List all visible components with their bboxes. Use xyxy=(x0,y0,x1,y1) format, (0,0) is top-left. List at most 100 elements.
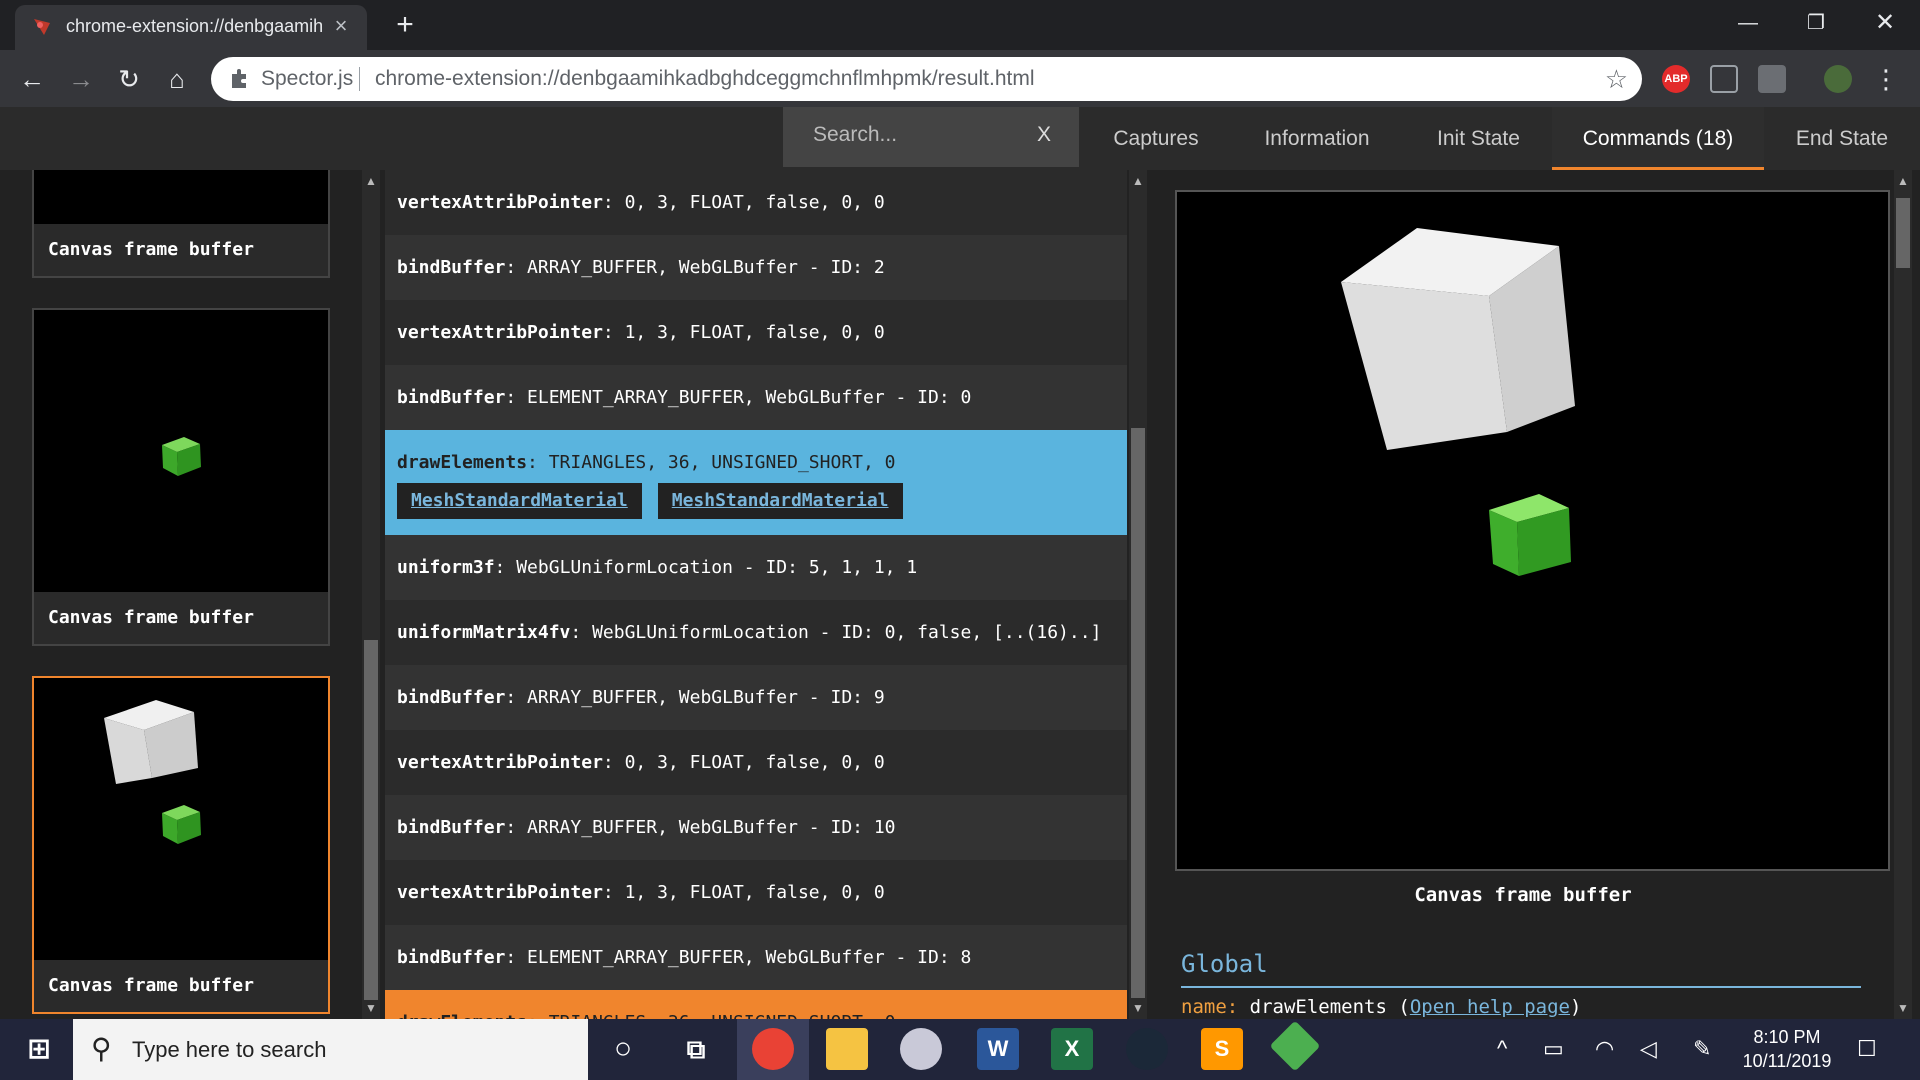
command-row[interactable]: vertexAttribPointer: 0, 3, FLOAT, false,… xyxy=(385,170,1127,235)
notifications-icon[interactable]: ☐ xyxy=(1857,1036,1877,1062)
command-row[interactable]: bindBuffer: ELEMENT_ARRAY_BUFFER, WebGLB… xyxy=(385,925,1127,990)
pdf-extension-icon[interactable] xyxy=(1710,65,1738,93)
visual-state-list: Canvas frame buffer Canvas frame buffer xyxy=(0,170,360,1019)
command-row[interactable]: bindBuffer: ARRAY_BUFFER, WebGLBuffer - … xyxy=(385,665,1127,730)
task-view-icon[interactable]: ⧉ xyxy=(675,1028,717,1070)
detail-scrollbar[interactable]: ▲ ▼ xyxy=(1894,170,1912,1019)
address-bar[interactable]: Spector.js chrome-extension://denbgaamih… xyxy=(211,57,1642,101)
visual-state-thumb-selected[interactable]: Canvas frame buffer xyxy=(32,676,330,1014)
command-row[interactable]: drawElements: TRIANGLES, 36, UNSIGNED_SH… xyxy=(385,990,1127,1019)
command-row[interactable]: uniform3f: WebGLUniformLocation - ID: 5,… xyxy=(385,535,1127,600)
tab-init-state[interactable]: Init State xyxy=(1421,107,1536,170)
thumb-canvas xyxy=(34,310,328,592)
git-kraken-icon[interactable] xyxy=(1269,1020,1321,1072)
menu-kebab-icon[interactable]: ⋮ xyxy=(1868,61,1904,97)
extension-cube-icon[interactable] xyxy=(1758,65,1786,93)
spector-favicon-icon xyxy=(34,19,50,35)
command-name: bindBuffer xyxy=(397,817,506,838)
scroll-up-icon[interactable]: ▲ xyxy=(1894,174,1912,188)
thumb-caption: Canvas frame buffer xyxy=(48,975,254,996)
scroll-up-icon[interactable]: ▲ xyxy=(1129,174,1147,188)
new-tab-button[interactable]: + xyxy=(388,8,422,42)
restore-icon[interactable]: ❐ xyxy=(1786,6,1846,40)
tab-information[interactable]: Information xyxy=(1246,107,1388,170)
taskbar-clock[interactable]: 8:10 PM 10/11/2019 xyxy=(1727,1025,1847,1073)
command-row[interactable]: vertexAttribPointer: 1, 3, FLOAT, false,… xyxy=(385,860,1127,925)
wifi-icon[interactable]: ◠ xyxy=(1595,1036,1614,1062)
scroll-down-icon[interactable]: ▼ xyxy=(1129,1001,1147,1015)
preview-caption: Canvas frame buffer xyxy=(1414,884,1632,906)
adblock-icon[interactable]: ABP xyxy=(1662,65,1690,93)
windows-start-icon[interactable]: ⊞ xyxy=(18,1028,60,1070)
reload-icon[interactable]: ↻ xyxy=(111,61,147,97)
command-name: uniformMatrix4fv xyxy=(397,622,571,643)
scroll-down-icon[interactable]: ▼ xyxy=(362,1001,380,1015)
command-name: bindBuffer xyxy=(397,947,506,968)
commands-list: vertexAttribPointer : 0, 3, FLOAT, false,… xyxy=(385,170,1127,1019)
scroll-up-icon[interactable]: ▲ xyxy=(362,174,380,188)
scrollbar-thumb[interactable] xyxy=(1131,428,1145,998)
command-row[interactable]: uniformMatrix4fv: WebGLUniformLocation -… xyxy=(385,600,1127,665)
tab-close-button[interactable]: × xyxy=(329,14,353,38)
search-input[interactable]: Search... xyxy=(813,123,897,147)
command-row[interactable]: vertexAttribPointer: 0, 3, FLOAT, false,… xyxy=(385,730,1127,795)
open-help-link[interactable]: Open help page xyxy=(1410,996,1570,1018)
browser-toolbar: ← → ↻ ⌂ Spector.js chrome-extension://de… xyxy=(0,50,1920,107)
cortana-icon[interactable]: ○ xyxy=(602,1028,644,1070)
section-divider xyxy=(1181,986,1861,988)
material-link[interactable]: MeshStandardMaterial xyxy=(657,483,903,519)
command-row[interactable]: vertexAttribPointer: 1, 3, FLOAT, false,… xyxy=(385,300,1127,365)
commands-scrollbar[interactable]: ▲ ▼ xyxy=(1129,170,1147,1019)
search-clear-button[interactable]: X xyxy=(1037,123,1051,147)
forward-icon[interactable]: → xyxy=(63,61,99,97)
minimize-icon[interactable]: — xyxy=(1718,6,1778,40)
command-row[interactable]: bindBuffer: ARRAY_BUFFER, WebGLBuffer - … xyxy=(385,795,1127,860)
scrollbar-thumb[interactable] xyxy=(364,640,378,1000)
browser-tab[interactable]: chrome-extension://denbgaamih × xyxy=(15,5,367,50)
command-row[interactable]: bindBuffer: ELEMENT_ARRAY_BUFFER, WebGLB… xyxy=(385,365,1127,430)
word-icon[interactable]: W xyxy=(977,1028,1019,1070)
tab-captures[interactable]: Captures xyxy=(1092,107,1220,170)
command-args: : TRIANGLES, 36, UNSIGNED_SHORT, 0 xyxy=(527,452,896,473)
visual-state-thumb[interactable]: Canvas frame buffer xyxy=(32,308,330,646)
excel-icon[interactable]: X xyxy=(1051,1028,1093,1070)
material-link[interactable]: MeshStandardMaterial xyxy=(397,483,642,519)
sublime-text-icon[interactable]: S xyxy=(1201,1028,1243,1070)
command-args: : ARRAY_BUFFER, WebGLBuffer - ID: 2 xyxy=(505,257,885,278)
url-text[interactable]: chrome-extension://denbgaamihkadbghdcegg… xyxy=(375,67,1035,91)
command-search[interactable]: Search... X xyxy=(783,107,1079,167)
thumb-caption: Canvas frame buffer xyxy=(48,607,254,628)
steam-icon[interactable] xyxy=(1126,1028,1168,1070)
chrome-icon[interactable] xyxy=(752,1028,794,1070)
tab-commands[interactable]: Commands (18) xyxy=(1552,107,1764,170)
tab-end-state[interactable]: End State xyxy=(1780,107,1904,170)
taskbar-search[interactable]: ⚲ Type here to search xyxy=(73,1019,588,1080)
command-row[interactable]: drawElements: TRIANGLES, 36, UNSIGNED_SH… xyxy=(385,430,1127,535)
command-name-row: name: drawElements (Open help page) xyxy=(1181,996,1582,1018)
visual-states-scrollbar[interactable]: ▲ ▼ xyxy=(362,170,380,1019)
scrollbar-thumb[interactable] xyxy=(1896,198,1910,268)
pen-icon[interactable]: ✎ xyxy=(1693,1036,1711,1062)
command-args: : WebGLUniformLocation - ID: 5, 1, 1, 1 xyxy=(494,557,918,578)
command-name: vertexAttribPointer xyxy=(397,882,603,903)
volume-icon[interactable]: ◁ xyxy=(1640,1036,1657,1062)
spector-app: Search... X Captures Information Init St… xyxy=(0,107,1920,1019)
visual-state-thumb[interactable]: Canvas frame buffer xyxy=(32,170,330,278)
home-icon[interactable]: ⌂ xyxy=(159,61,195,97)
command-row[interactable]: bindBuffer: ARRAY_BUFFER, WebGLBuffer - … xyxy=(385,235,1127,300)
tray-overflow-icon[interactable]: ^ xyxy=(1497,1036,1507,1062)
paint-app-icon[interactable] xyxy=(900,1028,942,1070)
battery-icon[interactable]: ▭ xyxy=(1543,1036,1564,1062)
command-args: : 0, 3, FLOAT, false, 0, 0 xyxy=(602,192,885,213)
bookmark-star-icon[interactable]: ☆ xyxy=(1605,64,1628,95)
green-cube-image xyxy=(162,437,201,476)
close-window-icon[interactable]: ✕ xyxy=(1855,6,1915,40)
profile-avatar[interactable] xyxy=(1824,65,1852,93)
taskbar-search-input[interactable]: Type here to search xyxy=(132,1037,326,1063)
command-name: vertexAttribPointer xyxy=(397,752,603,773)
rendered-cubes-image xyxy=(1341,228,1575,576)
back-icon[interactable]: ← xyxy=(14,61,50,97)
command-args: : ELEMENT_ARRAY_BUFFER, WebGLBuffer - ID… xyxy=(505,387,972,408)
file-explorer-icon[interactable] xyxy=(826,1028,868,1070)
scroll-down-icon[interactable]: ▼ xyxy=(1894,1001,1912,1015)
